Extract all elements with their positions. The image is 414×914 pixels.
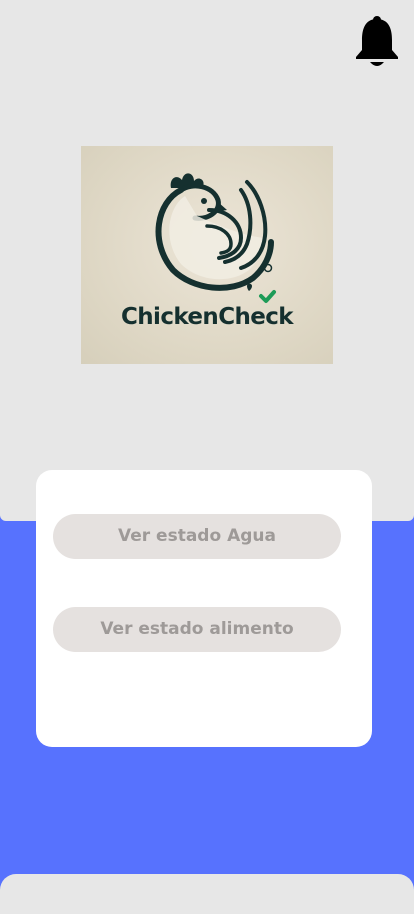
chicken-icon <box>155 173 276 303</box>
bell-icon[interactable] <box>352 14 402 68</box>
status-card: Ver estado Agua Ver estado alimento <box>36 470 372 747</box>
app-logo: ChickenCheck <box>81 146 333 364</box>
brand-text: ChickenCheck <box>120 304 294 330</box>
water-status-button[interactable]: Ver estado Agua <box>53 514 341 559</box>
header-area: ChickenCheck <box>0 0 414 521</box>
food-status-button[interactable]: Ver estado alimento <box>53 607 341 652</box>
bottom-sheet-handle <box>0 874 414 914</box>
